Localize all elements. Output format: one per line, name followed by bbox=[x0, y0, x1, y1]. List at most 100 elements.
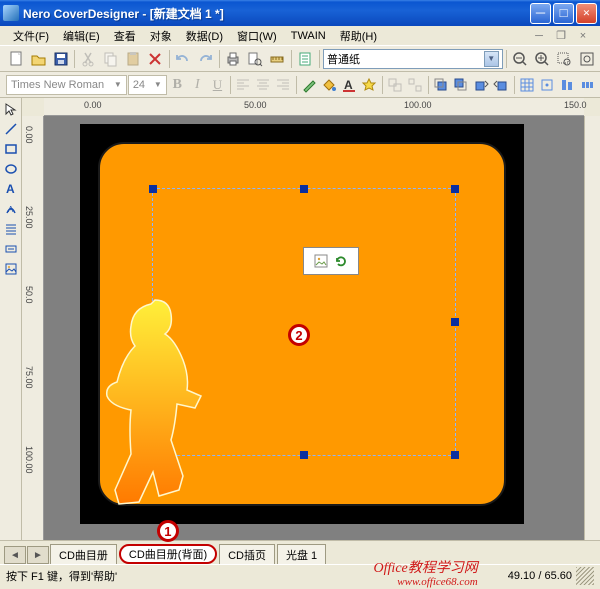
cover-shape[interactable]: 2 bbox=[98, 142, 506, 506]
menu-data[interactable]: 数据(D) bbox=[179, 26, 230, 46]
align-center-button[interactable] bbox=[254, 74, 273, 96]
menu-window[interactable]: 窗口(W) bbox=[230, 26, 284, 46]
design-canvas[interactable]: 2 bbox=[44, 116, 584, 540]
pointer-tool[interactable] bbox=[2, 100, 20, 118]
menu-object[interactable]: 对象 bbox=[143, 26, 179, 46]
tab-scroll-prev[interactable]: ◄ bbox=[4, 546, 26, 564]
zoom-selection-button[interactable] bbox=[554, 48, 575, 70]
toolbox: A A bbox=[0, 98, 22, 540]
ellipse-tool[interactable] bbox=[2, 160, 20, 178]
ungroup-button[interactable] bbox=[406, 74, 425, 96]
maximize-button[interactable]: □ bbox=[553, 3, 574, 24]
person-silhouette-image[interactable] bbox=[60, 288, 220, 508]
status-help-text: 按下 F1 键，得到'帮助' bbox=[6, 568, 117, 584]
tab-cd-booklet-back[interactable]: CD曲目册(背面) bbox=[119, 544, 217, 564]
copy-button[interactable] bbox=[100, 48, 121, 70]
print-preview-button[interactable] bbox=[245, 48, 266, 70]
paper-type-select[interactable]: 普通纸 ▼ bbox=[323, 49, 503, 69]
app-icon bbox=[3, 5, 19, 21]
chevron-down-icon: ▼ bbox=[114, 80, 122, 89]
resize-handle[interactable] bbox=[300, 451, 308, 459]
mdi-restore-button[interactable]: ❐ bbox=[550, 25, 572, 47]
text-color-button[interactable]: A bbox=[340, 74, 359, 96]
menu-help[interactable]: 帮助(H) bbox=[333, 26, 384, 46]
tab-cd-inlay[interactable]: CD插页 bbox=[219, 544, 275, 564]
statusbar: 按下 F1 键，得到'帮助' Office教程学习网 www.office68.… bbox=[0, 564, 600, 586]
paste-button[interactable] bbox=[122, 48, 143, 70]
toolbar-main: 普通纸 ▼ bbox=[0, 46, 600, 72]
forward-button[interactable] bbox=[472, 74, 491, 96]
page-background: 2 bbox=[80, 124, 524, 524]
svg-text:A: A bbox=[6, 182, 15, 196]
tab-disc-1[interactable]: 光盘 1 bbox=[277, 544, 326, 564]
resize-grip[interactable] bbox=[576, 567, 594, 585]
backward-button[interactable] bbox=[492, 74, 511, 96]
font-size-select[interactable]: 24▼ bbox=[128, 75, 167, 95]
field-tool[interactable] bbox=[2, 240, 20, 258]
menu-file[interactable]: 文件(F) bbox=[6, 26, 56, 46]
snap-button[interactable] bbox=[538, 74, 557, 96]
artistic-text-tool[interactable]: A bbox=[2, 200, 20, 218]
bold-button[interactable]: B bbox=[168, 74, 187, 96]
resize-handle[interactable] bbox=[451, 185, 459, 193]
work-area: A A 0.00 50.00 100.00 150.0 0.00 25.00 5… bbox=[0, 98, 600, 540]
ruler-horizontal: 0.00 50.00 100.00 150.0 bbox=[44, 98, 584, 116]
chevron-down-icon: ▼ bbox=[154, 80, 162, 89]
annotation-callout-2: 2 bbox=[288, 324, 310, 346]
group-button[interactable] bbox=[386, 74, 405, 96]
floating-toolbar bbox=[303, 247, 359, 275]
tab-scroll-next[interactable]: ► bbox=[27, 546, 49, 564]
resize-handle[interactable] bbox=[451, 451, 459, 459]
effects-button[interactable] bbox=[360, 74, 379, 96]
svg-text:A: A bbox=[344, 78, 353, 92]
save-button[interactable] bbox=[50, 48, 71, 70]
resize-handle[interactable] bbox=[300, 185, 308, 193]
mdi-minimize-button[interactable]: ─ bbox=[528, 25, 550, 47]
new-button[interactable] bbox=[6, 48, 27, 70]
resize-handle[interactable] bbox=[451, 318, 459, 326]
close-button[interactable]: × bbox=[576, 3, 597, 24]
menu-edit[interactable]: 编辑(E) bbox=[56, 26, 107, 46]
zoom-in-button[interactable] bbox=[532, 48, 553, 70]
align-left-button[interactable] bbox=[234, 74, 253, 96]
underline-button[interactable]: U bbox=[208, 74, 227, 96]
rectangle-tool[interactable] bbox=[2, 140, 20, 158]
undo-button[interactable] bbox=[173, 48, 194, 70]
zoom-fit-button[interactable] bbox=[576, 48, 597, 70]
font-family-select[interactable]: Times New Roman▼ bbox=[6, 75, 127, 95]
canvas-area: 0.00 50.00 100.00 150.0 0.00 25.00 50.0 … bbox=[22, 98, 600, 540]
document-data-button[interactable] bbox=[295, 48, 316, 70]
menu-view[interactable]: 查看 bbox=[107, 26, 143, 46]
send-back-button[interactable] bbox=[452, 74, 471, 96]
align-objects-button[interactable] bbox=[558, 74, 577, 96]
brush-button[interactable] bbox=[300, 74, 319, 96]
bring-front-button[interactable] bbox=[432, 74, 451, 96]
annotation-callout-1: 1 bbox=[157, 520, 179, 542]
align-right-button[interactable] bbox=[274, 74, 293, 96]
distribute-button[interactable] bbox=[578, 74, 597, 96]
picture-tool-icon[interactable] bbox=[313, 253, 329, 269]
grid-button[interactable] bbox=[518, 74, 537, 96]
delete-button[interactable] bbox=[145, 48, 166, 70]
image-tool[interactable] bbox=[2, 260, 20, 278]
cut-button[interactable] bbox=[78, 48, 99, 70]
zoom-out-button[interactable] bbox=[510, 48, 531, 70]
resize-handle[interactable] bbox=[149, 185, 157, 193]
open-button[interactable] bbox=[28, 48, 49, 70]
minimize-button[interactable]: ─ bbox=[530, 3, 551, 24]
italic-button[interactable]: I bbox=[188, 74, 207, 96]
line-tool[interactable] bbox=[2, 120, 20, 138]
print-button[interactable] bbox=[223, 48, 244, 70]
fill-button[interactable] bbox=[320, 74, 339, 96]
scrollbar-vertical[interactable] bbox=[584, 116, 600, 540]
menu-twain[interactable]: TWAIN bbox=[284, 28, 333, 44]
text-tool[interactable]: A bbox=[2, 180, 20, 198]
mdi-close-button[interactable]: × bbox=[572, 25, 594, 47]
paper-type-value: 普通纸 bbox=[327, 51, 360, 67]
tracklist-tool[interactable] bbox=[2, 220, 20, 238]
tab-cd-booklet[interactable]: CD曲目册 bbox=[50, 544, 117, 564]
refresh-icon[interactable] bbox=[333, 253, 349, 269]
menubar: 文件(F) 编辑(E) 查看 对象 数据(D) 窗口(W) TWAIN 帮助(H… bbox=[0, 26, 600, 46]
calibrate-button[interactable] bbox=[267, 48, 288, 70]
redo-button[interactable] bbox=[195, 48, 216, 70]
